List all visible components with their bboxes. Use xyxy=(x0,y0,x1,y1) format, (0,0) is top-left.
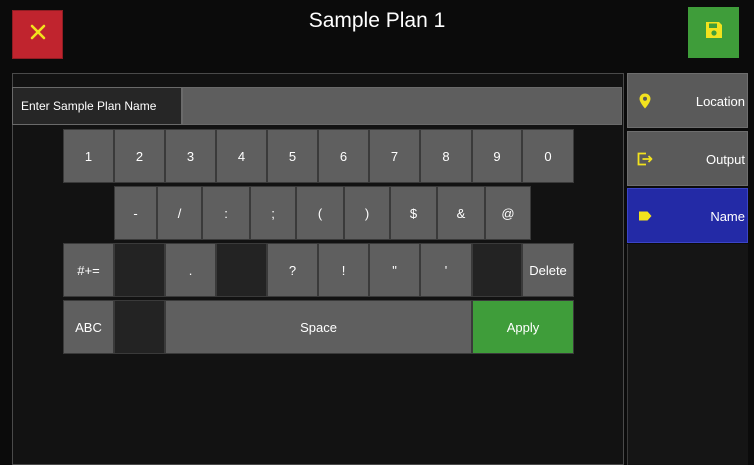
key-colon[interactable]: : xyxy=(202,186,250,240)
name-field-label: Enter Sample Plan Name xyxy=(12,87,182,125)
key-period[interactable]: . xyxy=(165,243,216,297)
tag-icon xyxy=(637,207,653,225)
key-blank xyxy=(114,300,165,354)
key-slash[interactable]: / xyxy=(157,186,202,240)
key-blank xyxy=(114,243,165,297)
save-icon xyxy=(704,20,724,45)
key-3[interactable]: 3 xyxy=(165,129,216,183)
save-button[interactable] xyxy=(688,7,739,58)
key-4[interactable]: 4 xyxy=(216,129,267,183)
key-6[interactable]: 6 xyxy=(318,129,369,183)
key-9[interactable]: 9 xyxy=(472,129,522,183)
tab-name[interactable]: Name xyxy=(627,188,748,243)
output-icon xyxy=(637,150,653,168)
key-blank xyxy=(216,243,267,297)
key-1[interactable]: 1 xyxy=(63,129,114,183)
name-entry-row: Enter Sample Plan Name xyxy=(12,87,622,125)
key-apostrophe[interactable]: ' xyxy=(420,243,472,297)
key-question[interactable]: ? xyxy=(267,243,318,297)
key-delete[interactable]: Delete xyxy=(522,243,574,297)
tab-location-label: Location xyxy=(695,94,745,109)
key-0[interactable]: 0 xyxy=(522,129,574,183)
key-exclaim[interactable]: ! xyxy=(318,243,369,297)
key-blank xyxy=(472,243,522,297)
tab-output[interactable]: Output xyxy=(627,131,748,186)
key-7[interactable]: 7 xyxy=(369,129,420,183)
key-semicolon[interactable]: ; xyxy=(250,186,296,240)
key-2[interactable]: 2 xyxy=(114,129,165,183)
sidebar-empty-area xyxy=(627,244,748,465)
key-open-paren[interactable]: ( xyxy=(296,186,344,240)
tab-location[interactable]: Location xyxy=(627,73,748,128)
key-8[interactable]: 8 xyxy=(420,129,472,183)
key-abc[interactable]: ABC xyxy=(63,300,114,354)
tab-name-label: Name xyxy=(710,209,745,224)
key-more-symbols[interactable]: #+= xyxy=(63,243,114,297)
key-close-paren[interactable]: ) xyxy=(344,186,390,240)
key-5[interactable]: 5 xyxy=(267,129,318,183)
key-space[interactable]: Space xyxy=(165,300,472,354)
key-at[interactable]: @ xyxy=(485,186,531,240)
map-pin-icon xyxy=(637,92,653,110)
tab-output-label: Output xyxy=(705,152,745,167)
key-dollar[interactable]: $ xyxy=(390,186,437,240)
key-hyphen[interactable]: - xyxy=(114,186,157,240)
plan-name-input[interactable] xyxy=(182,87,622,125)
key-ampersand[interactable]: & xyxy=(437,186,485,240)
apply-button[interactable]: Apply xyxy=(472,300,574,354)
page-title: Sample Plan 1 xyxy=(308,9,446,32)
key-quote[interactable]: " xyxy=(369,243,420,297)
